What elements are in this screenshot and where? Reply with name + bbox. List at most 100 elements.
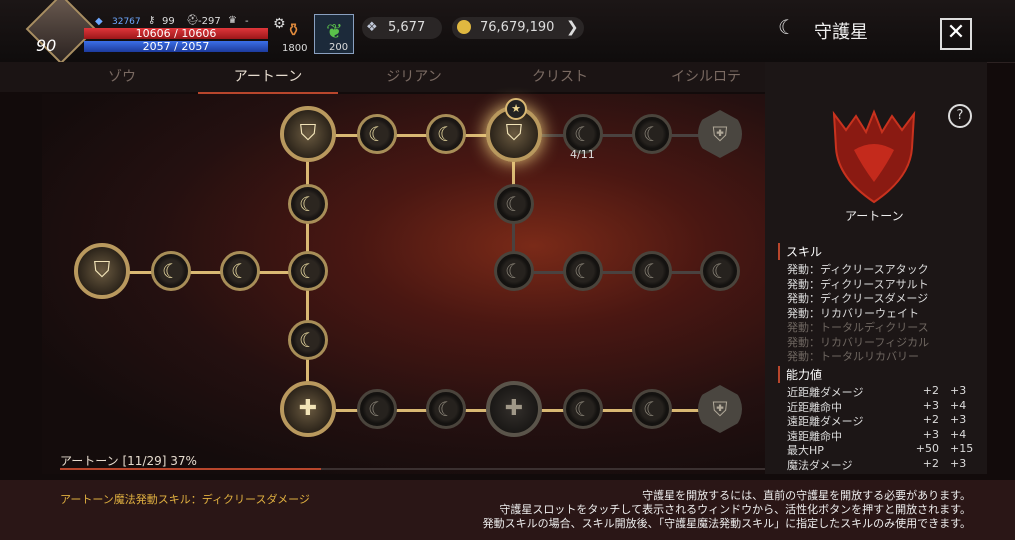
- star-node[interactable]: ☾: [357, 114, 397, 154]
- moon-icon: ☾: [299, 192, 317, 216]
- potion-slot[interactable]: ⚱ 1800: [274, 16, 312, 54]
- tab-aton[interactable]: アートーン: [198, 62, 338, 94]
- crystal-icon: ❖: [366, 20, 378, 35]
- star-node-locked[interactable]: ☾: [563, 389, 603, 429]
- wolf-star-node[interactable]: ⛉: [280, 106, 336, 162]
- tree-line: [308, 134, 514, 137]
- star-node[interactable]: ☾: [220, 251, 260, 291]
- star-node-locked[interactable]: ☾: [494, 184, 534, 224]
- note-line: 守護星スロットをタッチして表示されるウィンドウから、活性化ボタンを押すと開放され…: [499, 503, 971, 516]
- tab-jillian[interactable]: ジリアン: [344, 62, 484, 92]
- star-node-locked[interactable]: ☾: [700, 251, 740, 291]
- stat-next: +4: [950, 427, 967, 441]
- progress-label: アートーン [11/29] 37%: [60, 454, 197, 468]
- crystal-amount: 5,677: [388, 20, 426, 35]
- leaf-count: 200: [329, 42, 349, 53]
- key-icon: ⚷: [148, 15, 156, 26]
- star-node[interactable]: ☾: [151, 251, 191, 291]
- moon-icon: ☾: [643, 122, 661, 146]
- moon-icon: ☾: [505, 192, 523, 216]
- hp-bar: 10606 / 10606: [84, 28, 268, 39]
- active-skill-text: アートーン魔法発動スキル：ディクリースダメージ: [60, 493, 310, 506]
- player-level: 90: [36, 36, 57, 55]
- star-node-locked[interactable]: ☾: [426, 389, 466, 429]
- star-node-locked[interactable]: ☾: [632, 114, 672, 154]
- moon-icon: ☾: [368, 397, 386, 421]
- tree-line-locked: [514, 134, 720, 137]
- stats-section-title: 能力値: [778, 366, 822, 383]
- moon-icon: ☾: [437, 122, 455, 146]
- gold-coin-icon: [457, 20, 471, 34]
- aton-emblem-icon: [826, 108, 922, 204]
- helmet-icon: ⛑: [186, 15, 199, 26]
- crystal-currency: ❖ 5,677: [362, 17, 442, 39]
- cross-star-node-locked[interactable]: ✚: [486, 381, 542, 437]
- root-star-node[interactable]: ⛉: [74, 243, 130, 299]
- tree-line-locked: [514, 271, 720, 274]
- star-node-locked[interactable]: ☾: [563, 251, 603, 291]
- stat-next: +150: [950, 442, 974, 455]
- leaf-slot[interactable]: ❦ 200: [314, 14, 354, 54]
- close-icon: ✕: [946, 20, 966, 45]
- gold-currency: 76,679,190 ❯: [452, 17, 584, 39]
- tree-line: [102, 271, 308, 274]
- leaf-icon: ❦: [326, 19, 343, 43]
- stat-next: +3: [950, 413, 967, 426]
- stat-current: +3: [922, 398, 939, 412]
- trophy-icon: ♛: [228, 15, 237, 26]
- stat-current: +2: [922, 456, 939, 470]
- tab-crist[interactable]: クリスト: [490, 62, 630, 92]
- power-value: 32767: [112, 17, 141, 27]
- moon-icon: ☾: [162, 259, 180, 283]
- note-line: 発動スキルの場合、スキル開放後、「守護星魔法発動スキル」に指定したスキルのみ使用…: [482, 517, 971, 530]
- help-icon[interactable]: ?: [948, 104, 972, 128]
- close-button[interactable]: ✕: [940, 18, 972, 50]
- mp-bar: 2057 / 2057: [84, 41, 268, 52]
- screen-title: 守護星: [814, 22, 868, 43]
- star-node-locked[interactable]: ☾: [632, 389, 672, 429]
- star-node-locked[interactable]: ☾: [357, 389, 397, 429]
- potion-count: 1800: [282, 43, 308, 54]
- progress-fill: [60, 468, 321, 470]
- moon-icon: ☾: [574, 122, 592, 146]
- node-progress-badge: 4/11: [570, 148, 595, 161]
- moon-icon: ☾: [299, 259, 317, 283]
- moon-icon: ☾: [643, 259, 661, 283]
- moon-icon: ☾: [437, 397, 455, 421]
- moon-icon: ☾: [711, 259, 729, 283]
- stat-next: +4: [950, 398, 967, 412]
- star-node[interactable]: ☾: [288, 251, 328, 291]
- stat-a-value: 99: [162, 16, 175, 27]
- stat-current: +2: [922, 384, 939, 397]
- stat-c-value: -: [245, 16, 249, 27]
- tab-bar: ゾウ アートーン ジリアン クリスト イシルロテ: [0, 62, 765, 94]
- star-node-locked[interactable]: ☾: [494, 251, 534, 291]
- wolf-icon: ⛉: [299, 121, 317, 146]
- moon-icon: ☾: [231, 259, 249, 283]
- note-line: 守護星を開放するには、直前の守護星を開放する必要があります。: [642, 489, 971, 502]
- stat-next: +3: [950, 456, 967, 470]
- help-notes: 守護星を開放するには、直前の守護星を開放する必要があります。 守護星スロットをタ…: [483, 489, 971, 531]
- star-node[interactable]: ☾: [288, 184, 328, 224]
- tab-zou[interactable]: ゾウ: [52, 62, 192, 92]
- star-node-locked[interactable]: ☾: [632, 251, 672, 291]
- tab-isilrote[interactable]: イシルロテ: [636, 62, 776, 92]
- chevron-right-icon[interactable]: ❯: [566, 18, 579, 36]
- moon-icon: ☾: [368, 122, 386, 146]
- star-node[interactable]: ☾: [426, 114, 466, 154]
- skills-section-title: スキル: [778, 243, 822, 260]
- moon-icon: ☾: [643, 397, 661, 421]
- stat-current: +2: [922, 413, 939, 426]
- stat-current: +50: [915, 442, 939, 455]
- cross-shield-icon: ✚: [298, 396, 318, 421]
- stat-name: 魔法ダメージ: [787, 458, 853, 472]
- stat-b-value: -297: [198, 16, 221, 27]
- power-icon: ◆: [95, 16, 103, 27]
- gold-amount: 76,679,190: [480, 20, 555, 35]
- skill-item: 発動：トータルリカバリー: [787, 350, 919, 363]
- cross-star-node[interactable]: ✚: [280, 381, 336, 437]
- mask-icon: ⛉: [93, 258, 111, 283]
- moon-icon: ☾: [299, 328, 317, 352]
- stat-current: +3: [922, 427, 939, 441]
- star-node[interactable]: ☾: [288, 320, 328, 360]
